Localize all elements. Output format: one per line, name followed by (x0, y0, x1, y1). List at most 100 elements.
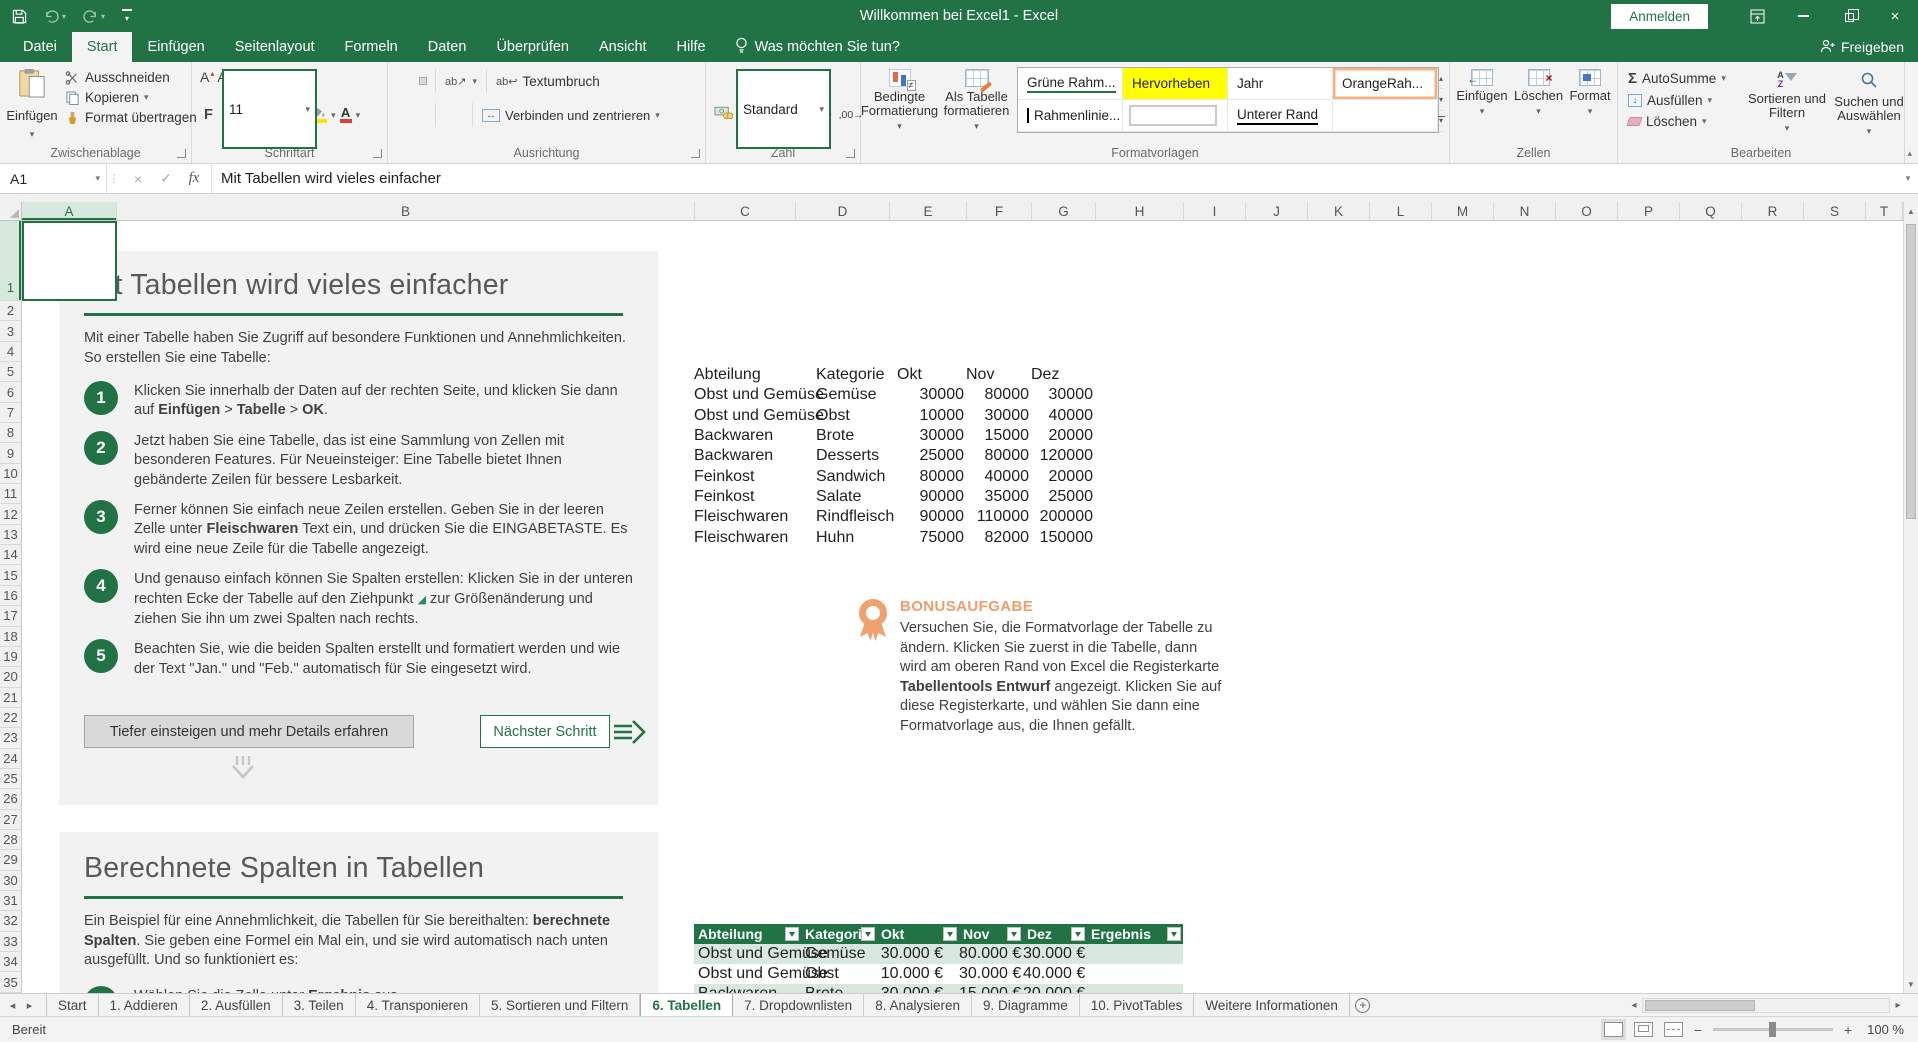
collapse-ribbon-icon[interactable]: ▴ (1907, 148, 1912, 159)
zoom-level[interactable]: 100 % (1867, 1022, 1904, 1037)
paste-button[interactable]: Einfügen ▾ (5, 68, 59, 139)
cancel-icon[interactable]: × (125, 171, 151, 187)
align-center-icon[interactable] (408, 112, 414, 118)
redo-icon[interactable]: ▾ (83, 10, 105, 23)
hscroll-left-icon[interactable]: ◂ (1626, 1000, 1642, 1011)
row-header-7[interactable]: 7 (0, 403, 22, 423)
row-header-4[interactable]: 4 (0, 342, 22, 362)
style-swatch-empty[interactable] (1333, 100, 1438, 132)
enter-icon[interactable]: ✓ (153, 170, 179, 187)
ribbon-tab-ansicht[interactable]: Ansicht (584, 32, 662, 62)
format-as-table-button[interactable]: Als Tabelle formatieren ▾ (938, 62, 1015, 141)
row-header-25[interactable]: 25 (0, 769, 22, 789)
column-header-f[interactable]: F (967, 202, 1032, 220)
align-right-icon[interactable] (420, 112, 426, 118)
scroll-down-icon[interactable]: ▼ (1904, 975, 1918, 993)
row-header-23[interactable]: 23 (0, 728, 22, 748)
sort-filter-button[interactable]: AZ Sortieren und Filtern ▾ (1746, 64, 1828, 136)
raw-table[interactable]: AbteilungKategorieOktNovDezObst und Gemü… (694, 365, 1095, 548)
column-header-e[interactable]: E (890, 202, 967, 220)
row-header-30[interactable]: 30 (0, 871, 22, 891)
row-header-35[interactable]: 35 (0, 972, 22, 992)
column-header-q[interactable]: Q (1680, 202, 1742, 220)
column-header-p[interactable]: P (1618, 202, 1680, 220)
sheet-tab-3-teilen[interactable]: 3. Teilen (283, 994, 356, 1016)
column-header-b[interactable]: B (117, 202, 695, 220)
hscroll-right-icon[interactable]: ▸ (1890, 1000, 1906, 1011)
formula-input[interactable]: Mit Tabellen wird vieles einfacher (212, 164, 1898, 193)
filter-button[interactable] (943, 927, 957, 941)
share-button[interactable]: Freigeben (1820, 32, 1904, 62)
scroll-up-icon[interactable]: ▲ (1904, 202, 1918, 220)
sheet-tab-9-diagramme[interactable]: 9. Diagramme (972, 994, 1080, 1016)
ribbon-display-options-icon[interactable] (1734, 0, 1780, 32)
style-swatch-hervorheben[interactable]: Hervorheben (1123, 68, 1228, 100)
style-swatch-jahr[interactable]: Jahr (1228, 68, 1333, 100)
column-header-m[interactable]: M (1432, 202, 1494, 220)
vertical-scrollbar[interactable]: ▲ ▼ (1903, 202, 1918, 993)
currency-format-icon[interactable] (714, 106, 733, 125)
formatted-table[interactable]: AbteilungKategorieOktNovDezErgebnisObst … (694, 924, 1183, 993)
row-header-14[interactable]: 14 (0, 545, 22, 565)
align-bottom-icon[interactable] (420, 78, 426, 84)
row-header-33[interactable]: 33 (0, 932, 22, 952)
gallery-more-icon[interactable]: ▾ (1439, 111, 1443, 132)
copy-button[interactable]: Kopieren▾ (64, 90, 197, 105)
sheet-tab-2-ausfüllen[interactable]: 2. Ausfüllen (190, 994, 283, 1016)
font-size-select[interactable]: 11▾ (222, 69, 317, 149)
conditional-formatting-button[interactable]: ≠ Bedingte Formatierung ▾ (861, 62, 938, 141)
ribbon-tab-seitenlayout[interactable]: Seitenlayout (220, 32, 330, 62)
row-header-21[interactable]: 21 (0, 688, 22, 708)
find-select-button[interactable]: Suchen und Auswählen ▾ (1828, 64, 1910, 136)
align-middle-icon[interactable] (408, 78, 414, 84)
zoom-slider[interactable] (1713, 1028, 1833, 1031)
undo-icon[interactable]: ▾ (44, 10, 66, 23)
merge-center-button[interactable]: ↔Verbinden und zentrieren▾ (482, 108, 660, 123)
row-header-10[interactable]: 10 (0, 464, 22, 484)
number-format-select[interactable]: Standard▾ (736, 69, 831, 149)
sheet-tab-7-dropdownlisten[interactable]: 7. Dropdownlisten (733, 994, 864, 1016)
column-header-c[interactable]: C (695, 202, 796, 220)
increase-font-size-icon[interactable]: A▴ (200, 69, 214, 85)
format-cells-button[interactable]: Format▾ (1569, 62, 1610, 141)
column-header-n[interactable]: N (1494, 202, 1556, 220)
row-header-28[interactable]: 28 (0, 830, 22, 850)
tell-me-box[interactable]: Was möchten Sie tun? (721, 32, 914, 62)
sheet-grid[interactable]: 1234567891011121314151617181920212223242… (0, 221, 1903, 993)
redo-caret-icon[interactable]: ▾ (101, 12, 105, 21)
row-header-11[interactable]: 11 (0, 484, 22, 504)
style-swatch-grüne-rahm[interactable]: Grüne Rahm... (1018, 68, 1123, 100)
column-header-s[interactable]: S (1804, 202, 1866, 220)
minimize-icon[interactable] (1780, 0, 1826, 32)
column-header-j[interactable]: J (1246, 202, 1308, 220)
row-header-5[interactable]: 5 (0, 362, 22, 382)
close-icon[interactable]: × (1872, 0, 1918, 32)
zoom-out-icon[interactable]: − (1694, 1022, 1702, 1038)
orientation-icon[interactable]: ab↗ (445, 75, 466, 88)
filter-button[interactable] (785, 927, 799, 941)
sheet-tab-8-analysieren[interactable]: 8. Analysieren (864, 994, 972, 1016)
sheet-tab-5-sortieren-und-filtern[interactable]: 5. Sortieren und Filtern (480, 994, 640, 1016)
sheet-tab-1-addieren[interactable]: 1. Addieren (99, 994, 190, 1016)
row-header-9[interactable]: 9 (0, 443, 22, 463)
style-swatch-rahmenlinie[interactable]: Rahmenlinie... (1018, 100, 1123, 132)
sheet-tab-10-pivottables[interactable]: 10. PivotTables (1080, 994, 1195, 1016)
row-header-16[interactable]: 16 (0, 586, 22, 606)
row-header-12[interactable]: 12 (0, 504, 22, 524)
decrease-indent-icon[interactable] (445, 112, 451, 118)
column-header-t[interactable]: T (1866, 202, 1903, 220)
row-header-17[interactable]: 17 (0, 606, 22, 626)
sheet-tab-start[interactable]: Start (46, 994, 99, 1016)
horizontal-scrollbar[interactable]: ◂ ▸ (1626, 994, 1918, 1016)
column-header-k[interactable]: K (1308, 202, 1370, 220)
insert-function-icon[interactable]: fx (181, 170, 207, 187)
autosum-button[interactable]: ΣAutoSumme▾ (1628, 70, 1726, 87)
next-step-button[interactable]: Nächster Schritt (480, 715, 610, 748)
ribbon-tab-formeln[interactable]: Formeln (330, 32, 413, 62)
restore-icon[interactable] (1826, 0, 1872, 32)
row-header-26[interactable]: 26 (0, 789, 22, 809)
sheet-nav-left-icon[interactable]: ◂ (4, 994, 21, 1016)
ribbon-tab-start[interactable]: Start (72, 32, 133, 62)
zoom-in-icon[interactable]: + (1844, 1022, 1852, 1038)
style-swatch-orangerah[interactable]: OrangeRah... (1333, 68, 1438, 100)
